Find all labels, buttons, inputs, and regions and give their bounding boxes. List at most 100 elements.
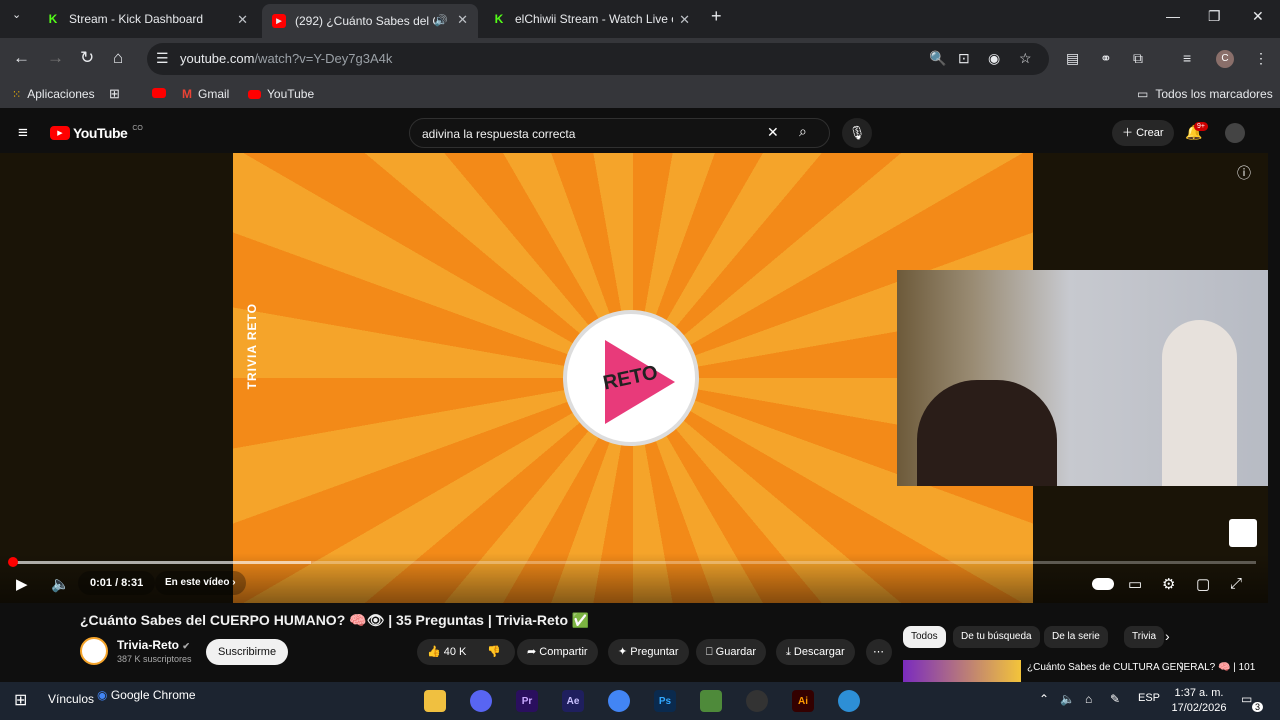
forward-icon[interactable]: →: [47, 48, 64, 68]
settings-gear-icon[interactable]: ⚙: [1162, 575, 1175, 593]
search-input[interactable]: adivina la respuesta correcta ✕ ⌕: [409, 118, 830, 148]
notifications-icon[interactable]: ▭: [1241, 692, 1252, 706]
install-icon[interactable]: ⊡: [958, 50, 970, 67]
clear-search-icon[interactable]: ✕: [767, 124, 779, 141]
buffered-bar: [12, 561, 311, 564]
minimize-icon[interactable]: —: [1166, 8, 1180, 24]
chevron-right-icon[interactable]: ›: [1165, 628, 1170, 644]
chapters-button[interactable]: En este vídeo ›: [155, 571, 246, 595]
volume-icon[interactable]: 🔈: [51, 575, 70, 593]
time-display: 0:01 / 8:31: [78, 571, 156, 595]
channel-avatar[interactable]: [80, 637, 108, 665]
video-title: ¿Cuánto Sabes del CUERPO HUMANO? 🧠👁 | 35…: [80, 612, 590, 628]
media-controls-icon[interactable]: ≡: [1183, 50, 1191, 66]
info-icon[interactable]: ⓘ: [1237, 163, 1251, 183]
bookmark-gmail[interactable]: M Gmail: [182, 87, 229, 101]
fullscreen-icon[interactable]: ⤢: [1230, 575, 1242, 592]
audio-playing-icon[interactable]: 🔊: [434, 14, 448, 27]
search-icon[interactable]: ⌕: [799, 123, 807, 140]
video-thumbnail[interactable]: [903, 660, 1021, 684]
video-player[interactable]: TRIVIA RETO RETO ⓘ ▶ 🔈 0:01 / 8:31 En es…: [0, 153, 1268, 603]
subscribe-button[interactable]: Suscribirme: [206, 639, 289, 665]
download-button[interactable]: ⤓ Descargar: [776, 639, 855, 665]
minecraft-icon[interactable]: [700, 690, 722, 712]
address-bar[interactable]: ☰ youtube.com/watch?v=Y-Dey7g3A4k 🔍 ⊡ ◉ …: [147, 43, 1049, 75]
save-button[interactable]: ⎕ Guardar: [696, 639, 767, 665]
zoom-icon[interactable]: 🔍: [929, 50, 946, 67]
clock[interactable]: 1:37 a. m. 17/02/2026: [1170, 686, 1228, 716]
windows-start-icon[interactable]: ⊞: [14, 690, 27, 710]
more-options-icon[interactable]: ⋮: [1175, 660, 1187, 674]
ask-button[interactable]: ✦ Preguntar: [608, 639, 689, 665]
url-text[interactable]: youtube.com/watch?v=Y-Dey7g3A4k: [180, 51, 392, 66]
extension-link-icon[interactable]: ⚭: [1100, 50, 1112, 67]
bookmark-youtube[interactable]: YouTube: [248, 87, 314, 101]
like-button[interactable]: 👍 40 K 👎: [417, 639, 515, 665]
user-avatar[interactable]: [1225, 123, 1245, 143]
tab-elchiwii-stream[interactable]: K elChiwii Stream - Watch Live on ✕: [482, 0, 700, 38]
premiere-pro-icon[interactable]: Pr: [516, 690, 538, 712]
obs-icon[interactable]: [746, 690, 768, 712]
tab-search-icon[interactable]: ⌄: [12, 8, 21, 21]
recommended-video[interactable]: ¿Cuánto Sabes de CULTURA GENERAL? 🧠 | 10…: [903, 660, 1273, 684]
chip-from-series[interactable]: De la serie: [1044, 626, 1108, 648]
home-icon[interactable]: ⌂: [113, 48, 123, 68]
kick-icon: K: [494, 12, 504, 26]
chip-from-search[interactable]: De tu búsqueda: [953, 626, 1040, 648]
thumbs-down-icon[interactable]: 👎: [487, 639, 501, 665]
network-icon[interactable]: ⌂: [1085, 692, 1092, 706]
tray-chevron-icon[interactable]: ⌃: [1039, 692, 1049, 706]
close-tab-icon[interactable]: ✕: [237, 12, 248, 28]
theater-mode-icon[interactable]: ▢: [1196, 575, 1210, 593]
chrome-taskbar-icon[interactable]: [608, 690, 630, 712]
youtube-shortcut-icon[interactable]: [152, 88, 166, 98]
chip-trivia[interactable]: Trivia: [1124, 626, 1165, 648]
close-window-icon[interactable]: ✕: [1252, 8, 1264, 25]
tab-kick-dashboard[interactable]: K Stream - Kick Dashboard ✕: [36, 0, 258, 38]
scrubber-handle[interactable]: [8, 557, 18, 567]
maximize-icon[interactable]: ❐: [1208, 8, 1221, 25]
pen-icon[interactable]: ✎: [1110, 692, 1120, 706]
extensions-icon[interactable]: ⧉: [1133, 50, 1143, 67]
channel-watermark[interactable]: [1229, 519, 1257, 547]
youtube-logo[interactable]: ▶ YouTube CO: [50, 125, 143, 141]
grid-icon[interactable]: ⊞: [109, 86, 120, 102]
bookmark-apps[interactable]: ⁙ Aplicaciones: [12, 87, 95, 101]
reading-list-icon[interactable]: ▤: [1066, 50, 1079, 67]
play-icon[interactable]: ▶: [16, 575, 28, 593]
channel-name[interactable]: Trivia-Reto ✔: [117, 638, 190, 652]
site-info-icon[interactable]: ☰: [156, 50, 169, 67]
progress-bar[interactable]: [8, 557, 1256, 567]
illustrator-icon[interactable]: Ai: [792, 690, 814, 712]
back-icon[interactable]: ←: [13, 48, 30, 68]
profile-avatar[interactable]: C: [1216, 50, 1234, 68]
photoshop-icon[interactable]: Ps: [654, 690, 676, 712]
subtitles-icon[interactable]: ▭: [1128, 575, 1142, 593]
volume-tray-icon[interactable]: 🔈: [1060, 692, 1075, 706]
notification-count: 3: [1252, 702, 1264, 712]
bookmark-star-icon[interactable]: ☆: [1019, 50, 1032, 67]
app-icon[interactable]: [838, 690, 860, 712]
chip-all[interactable]: Todos: [903, 626, 946, 648]
discord-icon[interactable]: [470, 690, 492, 712]
tracking-eye-icon[interactable]: ◉: [988, 50, 1000, 67]
create-button[interactable]: ＋ Crear: [1112, 120, 1174, 146]
file-explorer-icon[interactable]: [424, 690, 446, 712]
language-indicator[interactable]: ESP: [1138, 692, 1160, 704]
after-effects-icon[interactable]: Ae: [562, 690, 584, 712]
webcam-person-left: [917, 380, 1057, 486]
new-tab-icon[interactable]: +: [711, 6, 722, 27]
share-button[interactable]: ➦ Compartir: [517, 639, 598, 665]
chrome-window-label[interactable]: ◉ Google Chrome: [97, 688, 196, 702]
close-tab-icon[interactable]: ✕: [457, 12, 468, 28]
all-bookmarks[interactable]: ▭ Todos los marcadores: [1137, 87, 1273, 101]
hamburger-menu-icon[interactable]: ≡: [18, 123, 28, 143]
reload-icon[interactable]: ↻: [80, 48, 94, 68]
links-toolbar[interactable]: Vínculos: [48, 692, 94, 706]
menu-dots-icon[interactable]: ⋮: [1254, 50, 1268, 67]
autoplay-toggle[interactable]: [1092, 578, 1114, 590]
tab-youtube-video[interactable]: ▶ (292) ¿Cuánto Sabes del CU 🔊 ✕: [262, 4, 478, 38]
close-tab-icon[interactable]: ✕: [679, 12, 690, 28]
voice-search-icon[interactable]: 🎙: [842, 118, 872, 148]
more-actions-button[interactable]: ⋯: [866, 639, 892, 665]
